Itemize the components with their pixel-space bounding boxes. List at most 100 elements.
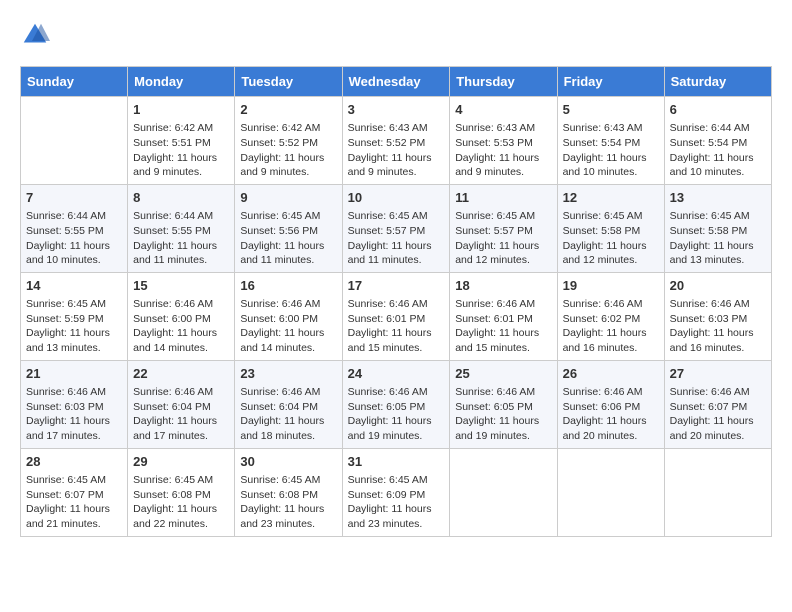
day-info-line: Daylight: 11 hours and 11 minutes.	[133, 239, 229, 268]
day-number: 3	[348, 101, 445, 119]
day-info-line: Daylight: 11 hours and 22 minutes.	[133, 502, 229, 531]
day-info-line: Sunrise: 6:46 AM	[563, 297, 659, 312]
day-info-line: Sunrise: 6:46 AM	[670, 385, 766, 400]
day-number: 30	[240, 453, 336, 471]
day-info-line: Sunrise: 6:44 AM	[133, 209, 229, 224]
calendar-cell	[21, 97, 128, 185]
day-number: 22	[133, 365, 229, 383]
calendar-week-row: 7Sunrise: 6:44 AMSunset: 5:55 PMDaylight…	[21, 184, 772, 272]
day-number: 15	[133, 277, 229, 295]
day-info-line: Sunset: 6:00 PM	[240, 312, 336, 327]
day-info-line: Sunset: 6:06 PM	[563, 400, 659, 415]
day-info-line: Daylight: 11 hours and 23 minutes.	[348, 502, 445, 531]
day-info-line: Sunrise: 6:44 AM	[670, 121, 766, 136]
day-info-line: Sunset: 5:54 PM	[670, 136, 766, 151]
day-info-line: Daylight: 11 hours and 12 minutes.	[563, 239, 659, 268]
calendar-cell: 2Sunrise: 6:42 AMSunset: 5:52 PMDaylight…	[235, 97, 342, 185]
day-info-line: Sunrise: 6:46 AM	[455, 297, 551, 312]
day-number: 5	[563, 101, 659, 119]
day-info-line: Daylight: 11 hours and 17 minutes.	[133, 414, 229, 443]
day-info-line: Daylight: 11 hours and 13 minutes.	[670, 239, 766, 268]
day-info-line: Daylight: 11 hours and 10 minutes.	[26, 239, 122, 268]
calendar-cell: 27Sunrise: 6:46 AMSunset: 6:07 PMDayligh…	[664, 360, 771, 448]
day-info-line: Sunrise: 6:45 AM	[455, 209, 551, 224]
calendar-cell: 7Sunrise: 6:44 AMSunset: 5:55 PMDaylight…	[21, 184, 128, 272]
calendar-table: SundayMondayTuesdayWednesdayThursdayFrid…	[20, 66, 772, 537]
calendar-cell: 19Sunrise: 6:46 AMSunset: 6:02 PMDayligh…	[557, 272, 664, 360]
day-info-line: Daylight: 11 hours and 9 minutes.	[133, 151, 229, 180]
day-info-line: Daylight: 11 hours and 17 minutes.	[26, 414, 122, 443]
day-info-line: Daylight: 11 hours and 9 minutes.	[240, 151, 336, 180]
calendar-cell: 10Sunrise: 6:45 AMSunset: 5:57 PMDayligh…	[342, 184, 450, 272]
calendar-cell: 12Sunrise: 6:45 AMSunset: 5:58 PMDayligh…	[557, 184, 664, 272]
day-info-line: Sunrise: 6:45 AM	[26, 473, 122, 488]
day-header-monday: Monday	[128, 67, 235, 97]
calendar-cell: 14Sunrise: 6:45 AMSunset: 5:59 PMDayligh…	[21, 272, 128, 360]
day-number: 29	[133, 453, 229, 471]
day-number: 6	[670, 101, 766, 119]
day-info-line: Sunset: 6:07 PM	[670, 400, 766, 415]
day-number: 23	[240, 365, 336, 383]
day-info-line: Daylight: 11 hours and 14 minutes.	[240, 326, 336, 355]
day-info-line: Daylight: 11 hours and 21 minutes.	[26, 502, 122, 531]
day-info-line: Daylight: 11 hours and 15 minutes.	[455, 326, 551, 355]
day-info-line: Sunrise: 6:43 AM	[455, 121, 551, 136]
day-info-line: Daylight: 11 hours and 13 minutes.	[26, 326, 122, 355]
day-info-line: Sunrise: 6:43 AM	[563, 121, 659, 136]
day-header-sunday: Sunday	[21, 67, 128, 97]
day-number: 4	[455, 101, 551, 119]
calendar-cell: 18Sunrise: 6:46 AMSunset: 6:01 PMDayligh…	[450, 272, 557, 360]
day-info-line: Sunrise: 6:46 AM	[240, 297, 336, 312]
day-number: 10	[348, 189, 445, 207]
day-number: 27	[670, 365, 766, 383]
calendar-cell: 16Sunrise: 6:46 AMSunset: 6:00 PMDayligh…	[235, 272, 342, 360]
day-info-line: Sunset: 6:01 PM	[455, 312, 551, 327]
day-info-line: Daylight: 11 hours and 15 minutes.	[348, 326, 445, 355]
day-info-line: Sunset: 6:05 PM	[348, 400, 445, 415]
day-info-line: Daylight: 11 hours and 16 minutes.	[563, 326, 659, 355]
day-info-line: Sunset: 6:09 PM	[348, 488, 445, 503]
day-number: 21	[26, 365, 122, 383]
calendar-cell: 17Sunrise: 6:46 AMSunset: 6:01 PMDayligh…	[342, 272, 450, 360]
day-info-line: Sunrise: 6:46 AM	[26, 385, 122, 400]
calendar-cell: 31Sunrise: 6:45 AMSunset: 6:09 PMDayligh…	[342, 448, 450, 536]
calendar-cell: 13Sunrise: 6:45 AMSunset: 5:58 PMDayligh…	[664, 184, 771, 272]
day-info-line: Sunrise: 6:45 AM	[240, 473, 336, 488]
day-info-line: Sunset: 5:58 PM	[563, 224, 659, 239]
day-info-line: Sunset: 5:59 PM	[26, 312, 122, 327]
day-info-line: Daylight: 11 hours and 12 minutes.	[455, 239, 551, 268]
calendar-cell	[664, 448, 771, 536]
calendar-cell: 6Sunrise: 6:44 AMSunset: 5:54 PMDaylight…	[664, 97, 771, 185]
calendar-cell: 28Sunrise: 6:45 AMSunset: 6:07 PMDayligh…	[21, 448, 128, 536]
calendar-cell: 9Sunrise: 6:45 AMSunset: 5:56 PMDaylight…	[235, 184, 342, 272]
calendar-cell: 30Sunrise: 6:45 AMSunset: 6:08 PMDayligh…	[235, 448, 342, 536]
calendar-week-row: 21Sunrise: 6:46 AMSunset: 6:03 PMDayligh…	[21, 360, 772, 448]
day-info-line: Sunset: 6:08 PM	[240, 488, 336, 503]
calendar-cell: 1Sunrise: 6:42 AMSunset: 5:51 PMDaylight…	[128, 97, 235, 185]
day-info-line: Sunrise: 6:45 AM	[670, 209, 766, 224]
day-info-line: Daylight: 11 hours and 9 minutes.	[455, 151, 551, 180]
calendar-cell: 11Sunrise: 6:45 AMSunset: 5:57 PMDayligh…	[450, 184, 557, 272]
day-info-line: Sunset: 5:58 PM	[670, 224, 766, 239]
day-info-line: Sunrise: 6:46 AM	[670, 297, 766, 312]
day-info-line: Daylight: 11 hours and 18 minutes.	[240, 414, 336, 443]
day-header-thursday: Thursday	[450, 67, 557, 97]
calendar-cell: 26Sunrise: 6:46 AMSunset: 6:06 PMDayligh…	[557, 360, 664, 448]
day-info-line: Sunrise: 6:46 AM	[455, 385, 551, 400]
day-info-line: Sunrise: 6:46 AM	[563, 385, 659, 400]
day-info-line: Daylight: 11 hours and 10 minutes.	[563, 151, 659, 180]
day-info-line: Sunrise: 6:46 AM	[240, 385, 336, 400]
day-number: 11	[455, 189, 551, 207]
day-number: 26	[563, 365, 659, 383]
day-info-line: Sunset: 6:02 PM	[563, 312, 659, 327]
day-info-line: Sunset: 6:04 PM	[240, 400, 336, 415]
calendar-cell	[450, 448, 557, 536]
day-header-friday: Friday	[557, 67, 664, 97]
day-info-line: Sunset: 6:03 PM	[670, 312, 766, 327]
day-info-line: Daylight: 11 hours and 19 minutes.	[348, 414, 445, 443]
day-info-line: Sunrise: 6:45 AM	[240, 209, 336, 224]
day-number: 17	[348, 277, 445, 295]
day-info-line: Sunset: 6:04 PM	[133, 400, 229, 415]
day-info-line: Sunrise: 6:46 AM	[348, 297, 445, 312]
day-info-line: Sunset: 6:00 PM	[133, 312, 229, 327]
